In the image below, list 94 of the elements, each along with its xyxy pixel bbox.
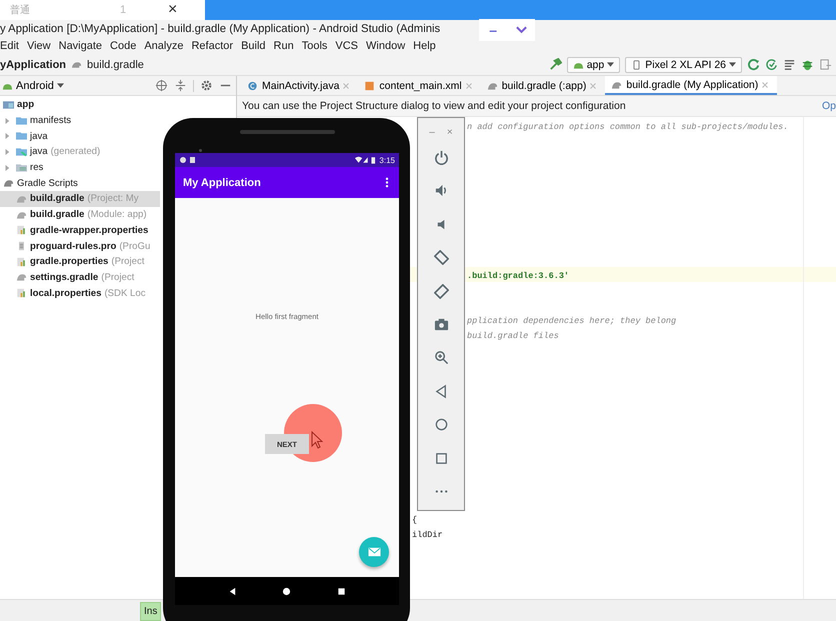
tree-item[interactable]: java: [0, 128, 160, 144]
editor-tab[interactable]: content_main.xml: [358, 76, 481, 95]
hammer-icon[interactable]: [548, 58, 562, 71]
caret-icon: [607, 62, 614, 67]
attach-icon[interactable]: [819, 58, 832, 71]
overflow-menu-icon[interactable]: [385, 177, 389, 188]
banner-link[interactable]: Op: [822, 100, 836, 112]
elephant-icon: [3, 178, 14, 188]
camera-icon[interactable]: [434, 316, 448, 332]
code-text: pplication dependencies here; they belong: [467, 316, 676, 326]
crosshair-icon[interactable]: [155, 79, 168, 92]
minimize-button[interactable]: –: [487, 22, 500, 38]
editor-tab[interactable]: build.gradle (My Application): [605, 76, 778, 95]
menu-item[interactable]: Window: [366, 40, 406, 52]
device-dropdown[interactable]: Pixel 2 XL API 26: [625, 56, 742, 72]
app-title: My Application: [183, 176, 261, 188]
folder-icon: [16, 116, 27, 126]
mail-icon: [368, 547, 380, 557]
phone-icon: [631, 60, 642, 70]
rotate-right-icon[interactable]: [434, 284, 448, 299]
file-icon: [16, 241, 27, 252]
run-config-dropdown[interactable]: app: [566, 56, 620, 72]
tree-item[interactable]: local.properties (SDK Loc: [0, 285, 160, 301]
code-text: ildDir: [412, 528, 443, 540]
collapse-icon[interactable]: [174, 79, 187, 92]
rerun-icon[interactable]: [747, 58, 760, 71]
clock-text: 3:15: [379, 156, 395, 164]
cursor-icon: [311, 431, 323, 449]
tree-item[interactable]: build.gradle (Module: app): [0, 206, 160, 222]
caret-icon: [56, 83, 64, 88]
menu-item[interactable]: Help: [413, 40, 436, 52]
close-button[interactable]: ×: [168, 1, 178, 19]
view-dropdown[interactable]: Android: [2, 80, 64, 92]
menu-item[interactable]: Edit: [0, 40, 19, 52]
folder-icon: [16, 146, 27, 157]
menu-item[interactable]: Code: [110, 40, 136, 52]
tree-item[interactable]: build.gradle (Project: My: [0, 191, 160, 207]
xml-file-icon: [364, 80, 376, 90]
elephant-icon: [486, 80, 498, 90]
module-icon: [3, 100, 14, 110]
code-text: n add configuration options common to all sub-projects/modules.: [467, 122, 788, 132]
editor-tab[interactable]: build.gradle (:app): [480, 76, 606, 95]
elephant-icon: [611, 80, 622, 90]
code-text: {: [412, 514, 418, 524]
menu-item[interactable]: Run: [274, 40, 294, 52]
tree-item[interactable]: settings.gradle (Project: [0, 270, 160, 286]
folder-icon: [16, 131, 27, 142]
menu-item[interactable]: Refactor: [191, 40, 234, 52]
tree-item[interactable]: java (generated): [0, 144, 160, 160]
menu-item[interactable]: VCS: [335, 40, 358, 52]
tree-item[interactable]: manifests: [0, 112, 160, 128]
zoom-icon[interactable]: [434, 350, 448, 366]
tree-item[interactable]: Gradle Scripts: [0, 175, 160, 192]
rotate-left-icon[interactable]: [434, 250, 448, 266]
code-text: .build:gradle:3.6.3': [467, 270, 570, 280]
home-icon[interactable]: [282, 586, 292, 596]
tree-item[interactable]: app: [0, 97, 160, 113]
properties-file-icon: [16, 256, 27, 267]
tree-item[interactable]: proguard-rules.pro (ProGu: [0, 238, 160, 254]
breadcrumb-project[interactable]: yApplication: [0, 58, 66, 70]
menu-item[interactable]: Tools: [302, 40, 328, 52]
bug-icon[interactable]: [801, 58, 814, 71]
back-icon[interactable]: [228, 586, 237, 596]
properties-file-icon: [16, 225, 27, 236]
insert-mode-indicator: Ins: [140, 602, 162, 621]
apply-changes-icon[interactable]: [765, 58, 778, 71]
menu-item[interactable]: Analyze: [144, 40, 184, 52]
chevron-icon[interactable]: [516, 26, 527, 34]
elephant-icon: [16, 210, 27, 220]
tree-item[interactable]: res: [0, 160, 160, 176]
caret-icon: [729, 62, 736, 67]
elephant-icon: [16, 272, 27, 282]
vol-up-icon[interactable]: [434, 183, 448, 198]
settings-icon[interactable]: [200, 79, 213, 92]
class-icon: [247, 80, 258, 90]
properties-file-icon: [16, 288, 27, 298]
menu-item[interactable]: Build: [241, 40, 266, 52]
banner-text: You can use the Project Structure dialog to view and edit your project configuration: [242, 100, 627, 112]
folder-icon: [16, 162, 27, 173]
list-icon[interactable]: [783, 58, 796, 71]
elephant-icon: [16, 194, 27, 204]
elephant-icon: [71, 60, 82, 70]
signal-battery-icon: [354, 156, 376, 164]
editor-tab[interactable]: MainActivity.java: [241, 76, 358, 95]
code-text: build.gradle files: [467, 330, 559, 340]
menu-item[interactable]: View: [26, 40, 51, 52]
tab-number: 1: [120, 4, 128, 16]
power-icon[interactable]: [434, 150, 448, 165]
overview-icon[interactable]: [337, 586, 346, 596]
menu-item[interactable]: Navigate: [58, 40, 102, 52]
tree-item[interactable]: gradle.properties (Project: [0, 254, 160, 270]
breadcrumb-file[interactable]: build.gradle: [87, 58, 144, 70]
window-title: y Application [D:\MyApplication] - build.gradle (My Application) - Android Studio (Adminis: [0, 23, 440, 35]
tree-item[interactable]: gradle-wrapper.properties: [0, 222, 160, 238]
